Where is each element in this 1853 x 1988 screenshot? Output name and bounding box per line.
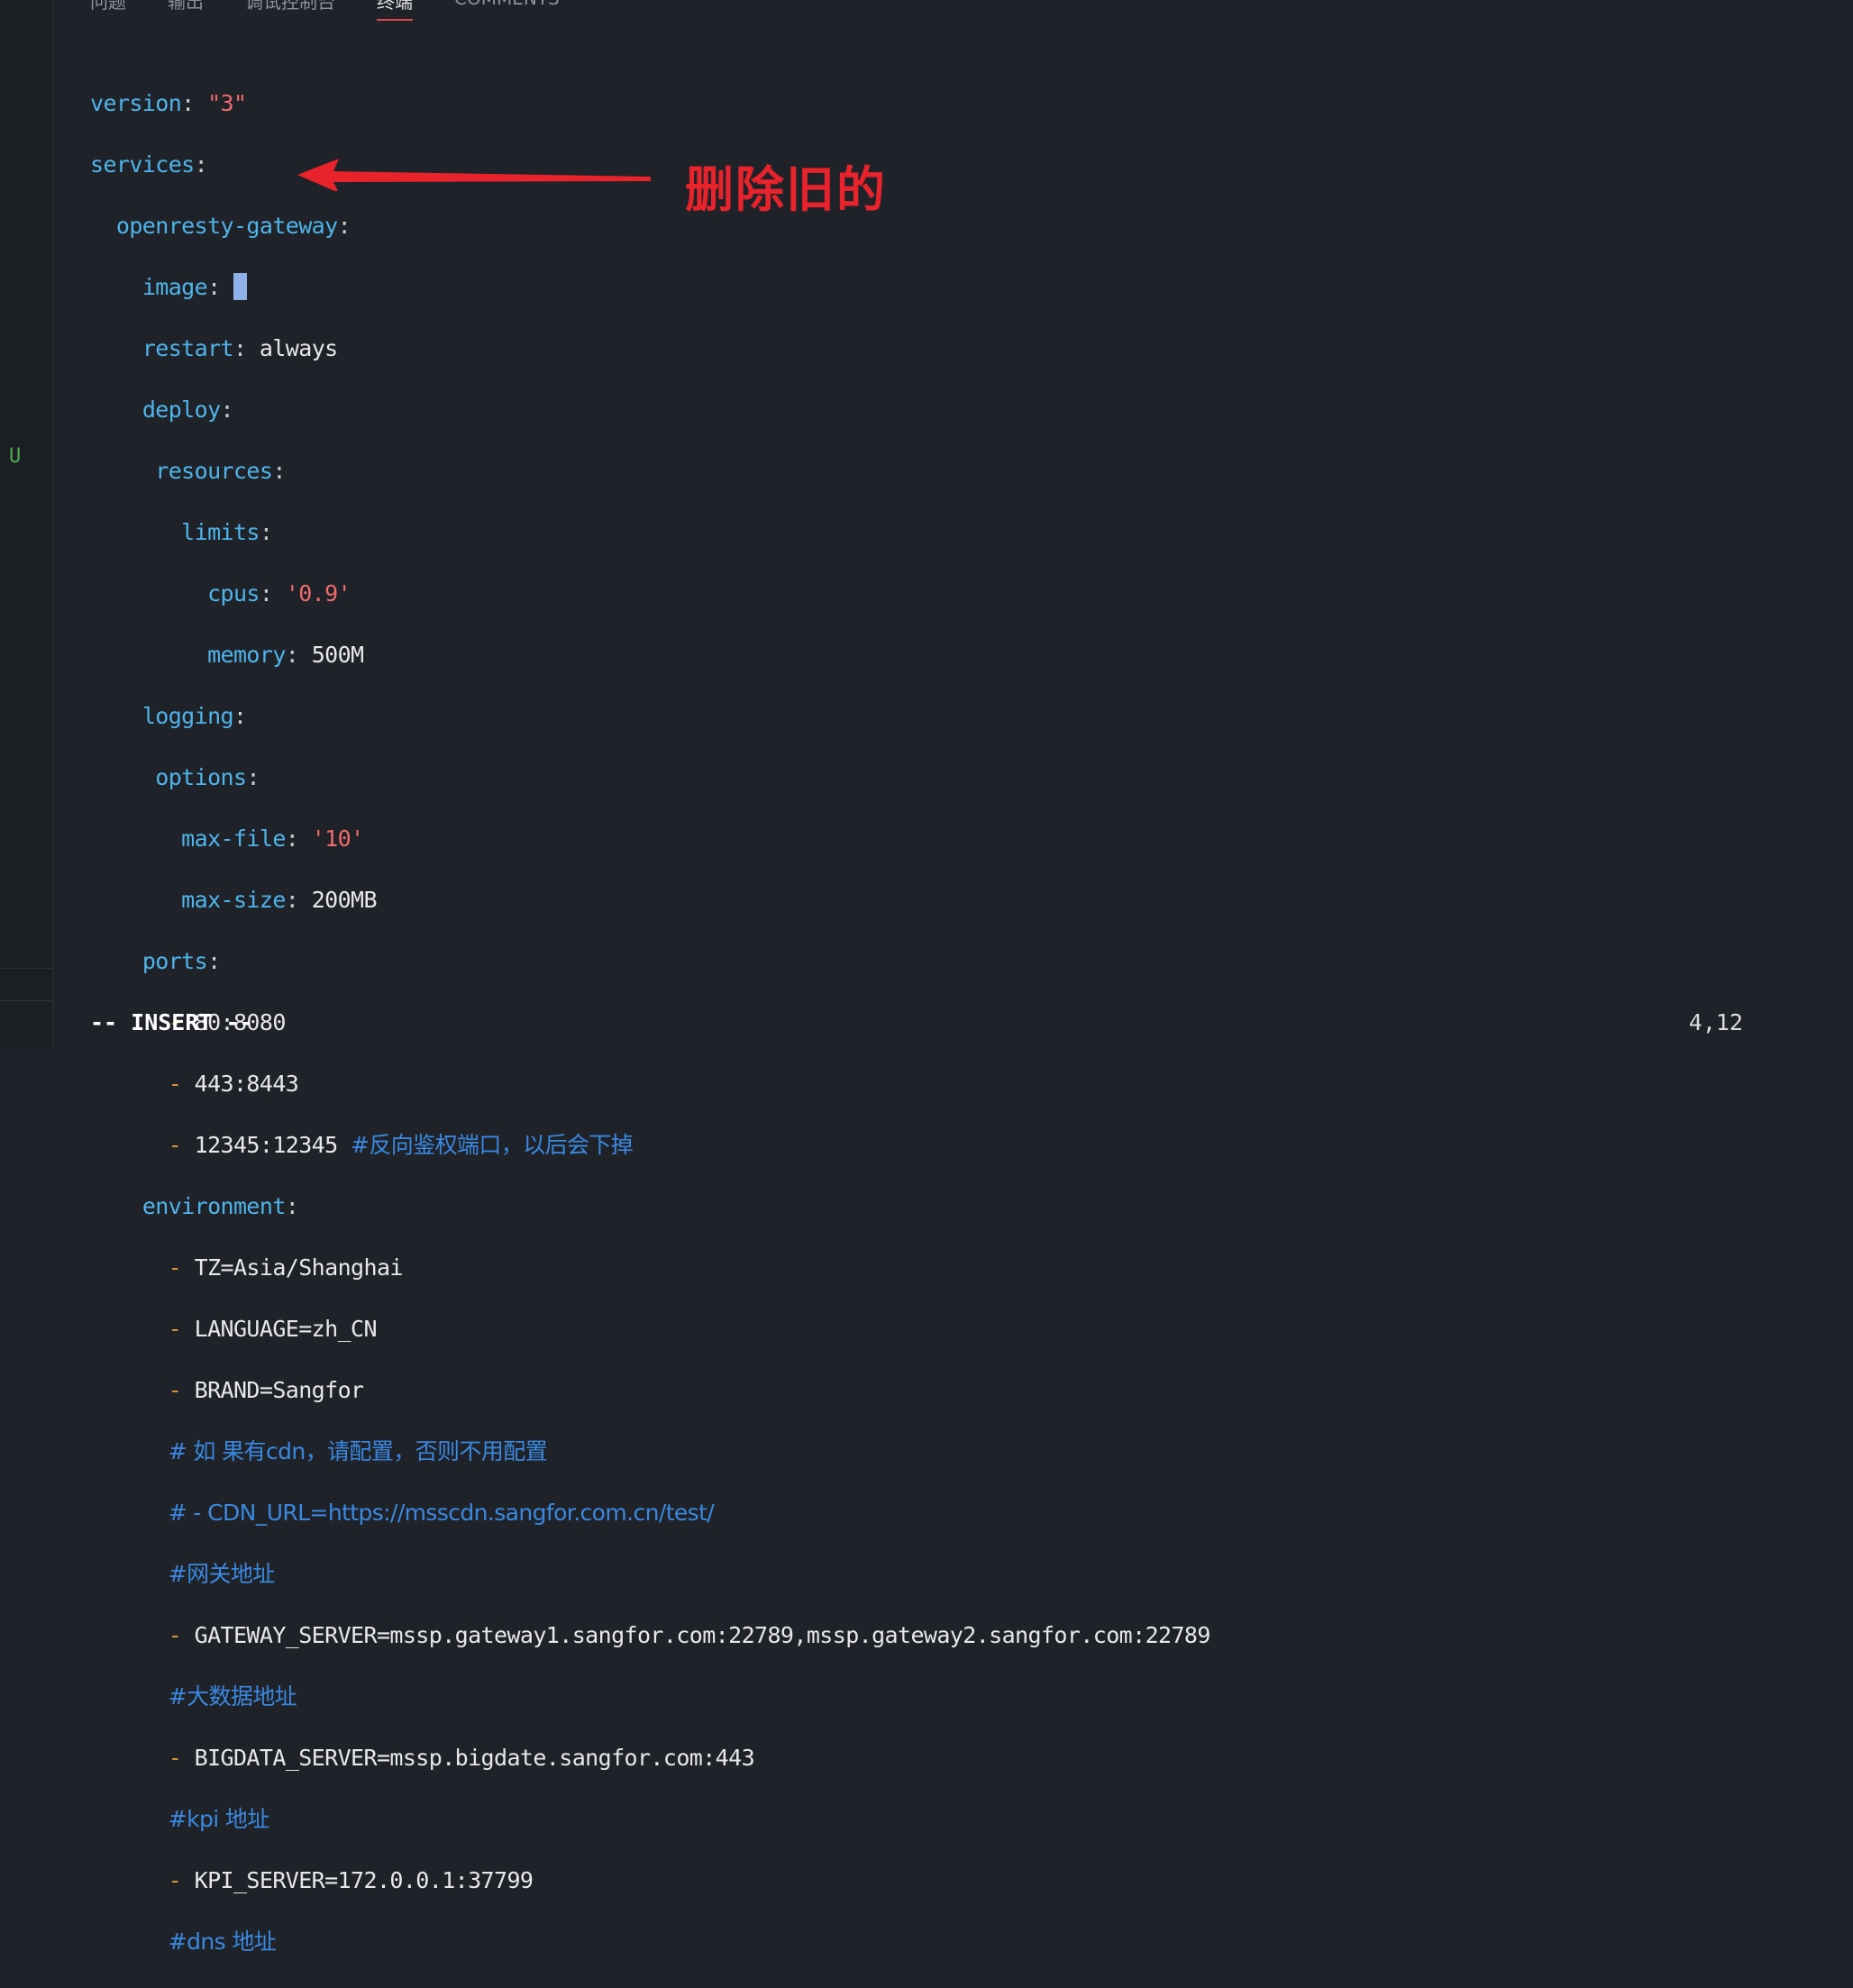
yaml-line: memory: 500M xyxy=(207,642,364,668)
tab-comments[interactable]: COMMENTS xyxy=(454,0,560,21)
yaml-line: - 80:8080 xyxy=(168,1009,287,1035)
yaml-line: # 如 果有cdn，请配置，否则不用配置 xyxy=(168,1438,548,1464)
tab-debug-console[interactable]: 调试控制台 xyxy=(245,0,335,21)
yaml-line: cpus: '0.9' xyxy=(207,580,351,606)
cursor-position: 4,12 xyxy=(1688,1009,1743,1035)
yaml-line: - 443:8443 xyxy=(168,1071,299,1097)
yaml-line: #kpi 地址 xyxy=(168,1806,270,1832)
tab-terminal[interactable]: 终端 xyxy=(377,0,413,21)
yaml-line: resources: xyxy=(155,458,286,484)
yaml-line: environment: xyxy=(141,1193,299,1219)
yaml-line: - TZ=Asia/Shanghai xyxy=(168,1254,404,1281)
panel-tabs: 问题 输出 调试控制台 终端 COMMENTS xyxy=(90,0,560,21)
yaml-line: #大数据地址 xyxy=(168,1683,297,1710)
yaml-line: max-size: 200MB xyxy=(181,887,377,913)
yaml-line: #网关地址 xyxy=(168,1561,276,1587)
git-untracked-marker: U xyxy=(9,445,22,468)
yaml-line: deploy: xyxy=(141,397,234,423)
tab-problems[interactable]: 问题 xyxy=(90,0,126,21)
yaml-line: ports: xyxy=(141,948,221,974)
yaml-line: limits: xyxy=(181,519,273,545)
annotation-label: 删除旧的 xyxy=(685,161,887,218)
annotation-arrow-icon xyxy=(297,159,651,191)
vim-mode-indicator: -- INSERT -- xyxy=(90,1009,253,1035)
yaml-line: - LANGUAGE=zh_CN xyxy=(168,1316,378,1342)
yaml-line: openresty-gateway: xyxy=(115,213,351,239)
yaml-line: - GATEWAY_SERVER=mssp.gateway1.sangfor.c… xyxy=(168,1622,1211,1648)
terminal-content[interactable]: version: "3" services: openresty-gateway… xyxy=(90,58,1210,1988)
yaml-line: options: xyxy=(155,764,260,790)
yaml-line: version: "3" xyxy=(90,90,247,116)
yaml-line: restart: always xyxy=(141,335,338,361)
editor-gutter: U xyxy=(0,0,53,1047)
yaml-line: - 12345:12345 #反向鉴权端口，以后会下掉 xyxy=(168,1132,634,1158)
yaml-line: - KPI_SERVER=172.0.0.1:37799 xyxy=(168,1867,534,1893)
tab-output[interactable]: 输出 xyxy=(168,0,204,21)
gutter-divider xyxy=(0,968,52,969)
yaml-line: #dns 地址 xyxy=(168,1929,277,1955)
yaml-line: - BRAND=Sangfor xyxy=(168,1377,364,1403)
yaml-line: - BIGDATA_SERVER=mssp.bigdate.sangfor.co… xyxy=(168,1745,755,1771)
yaml-line: logging: xyxy=(141,703,247,729)
text-cursor xyxy=(233,273,247,300)
gutter-divider xyxy=(0,1000,52,1001)
yaml-line: # - CDN_URL=https://msscdn.sangfor.com.c… xyxy=(168,1500,715,1526)
yaml-line: max-file: '10' xyxy=(181,825,364,852)
yaml-line: image: xyxy=(90,272,1210,303)
